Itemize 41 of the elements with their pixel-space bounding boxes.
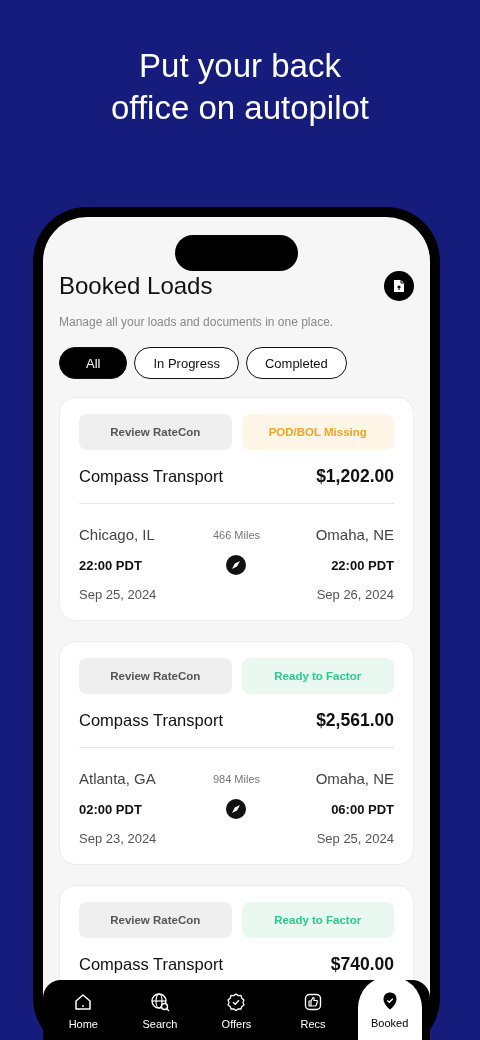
document-upload-icon <box>391 278 407 294</box>
company-name: Compass Transport <box>79 711 223 730</box>
destination-city: Omaha, NE <box>314 770 394 787</box>
arrival-date: Sep 25, 2024 <box>315 831 394 846</box>
origin-city: Atlanta, GA <box>79 770 157 787</box>
page-subtitle: Manage all your loads and documents in one place. <box>59 315 335 329</box>
globe-search-icon <box>149 992 170 1012</box>
filter-chip[interactable]: All <box>59 347 128 379</box>
origin-city: Chicago, IL <box>79 526 156 543</box>
nav-tab[interactable]: Search <box>127 980 192 1040</box>
compass-icon <box>226 799 247 819</box>
compass-icon <box>226 555 247 575</box>
company-name: Compass Transport <box>79 467 223 486</box>
departure-time: 22:00 PDT <box>79 557 143 573</box>
badge-check-icon <box>226 992 247 1012</box>
nav-tab[interactable]: Offers <box>204 980 269 1040</box>
arrival-time: 22:00 PDT <box>330 557 394 573</box>
load-price: $2,561.00 <box>316 710 394 731</box>
departure-time: 02:00 PDT <box>79 801 143 817</box>
company-name: Compass Transport <box>79 955 223 974</box>
destination-city: Omaha, NE <box>314 526 394 543</box>
nav-tab[interactable]: Home <box>51 980 116 1040</box>
load-price: $740.00 <box>330 954 394 975</box>
filter-chip[interactable]: In Progress <box>134 347 239 379</box>
review-ratecon-button[interactable]: Review RateCon <box>79 658 232 694</box>
page-title: Booked Loads <box>59 272 213 300</box>
load-price: $1,202.00 <box>316 466 394 487</box>
departure-date: Sep 23, 2024 <box>79 831 158 846</box>
headline: Put your back office on autopilot <box>109 46 371 128</box>
thumbs-up-icon <box>303 992 324 1012</box>
distance-text: 984 Miles <box>212 772 261 785</box>
review-ratecon-button[interactable]: Review RateCon <box>79 902 232 938</box>
nav-tab[interactable]: Recs <box>281 980 346 1040</box>
upload-document-button[interactable] <box>384 271 414 301</box>
arrival-time: 06:00 PDT <box>330 801 394 817</box>
filter-chip[interactable]: Completed <box>245 347 347 379</box>
distance-text: 466 Miles <box>212 528 261 541</box>
departure-date: Sep 25, 2024 <box>79 587 158 602</box>
home-icon <box>73 992 94 1012</box>
review-ratecon-button[interactable]: Review RateCon <box>79 414 232 450</box>
arrival-date: Sep 26, 2024 <box>315 587 394 602</box>
